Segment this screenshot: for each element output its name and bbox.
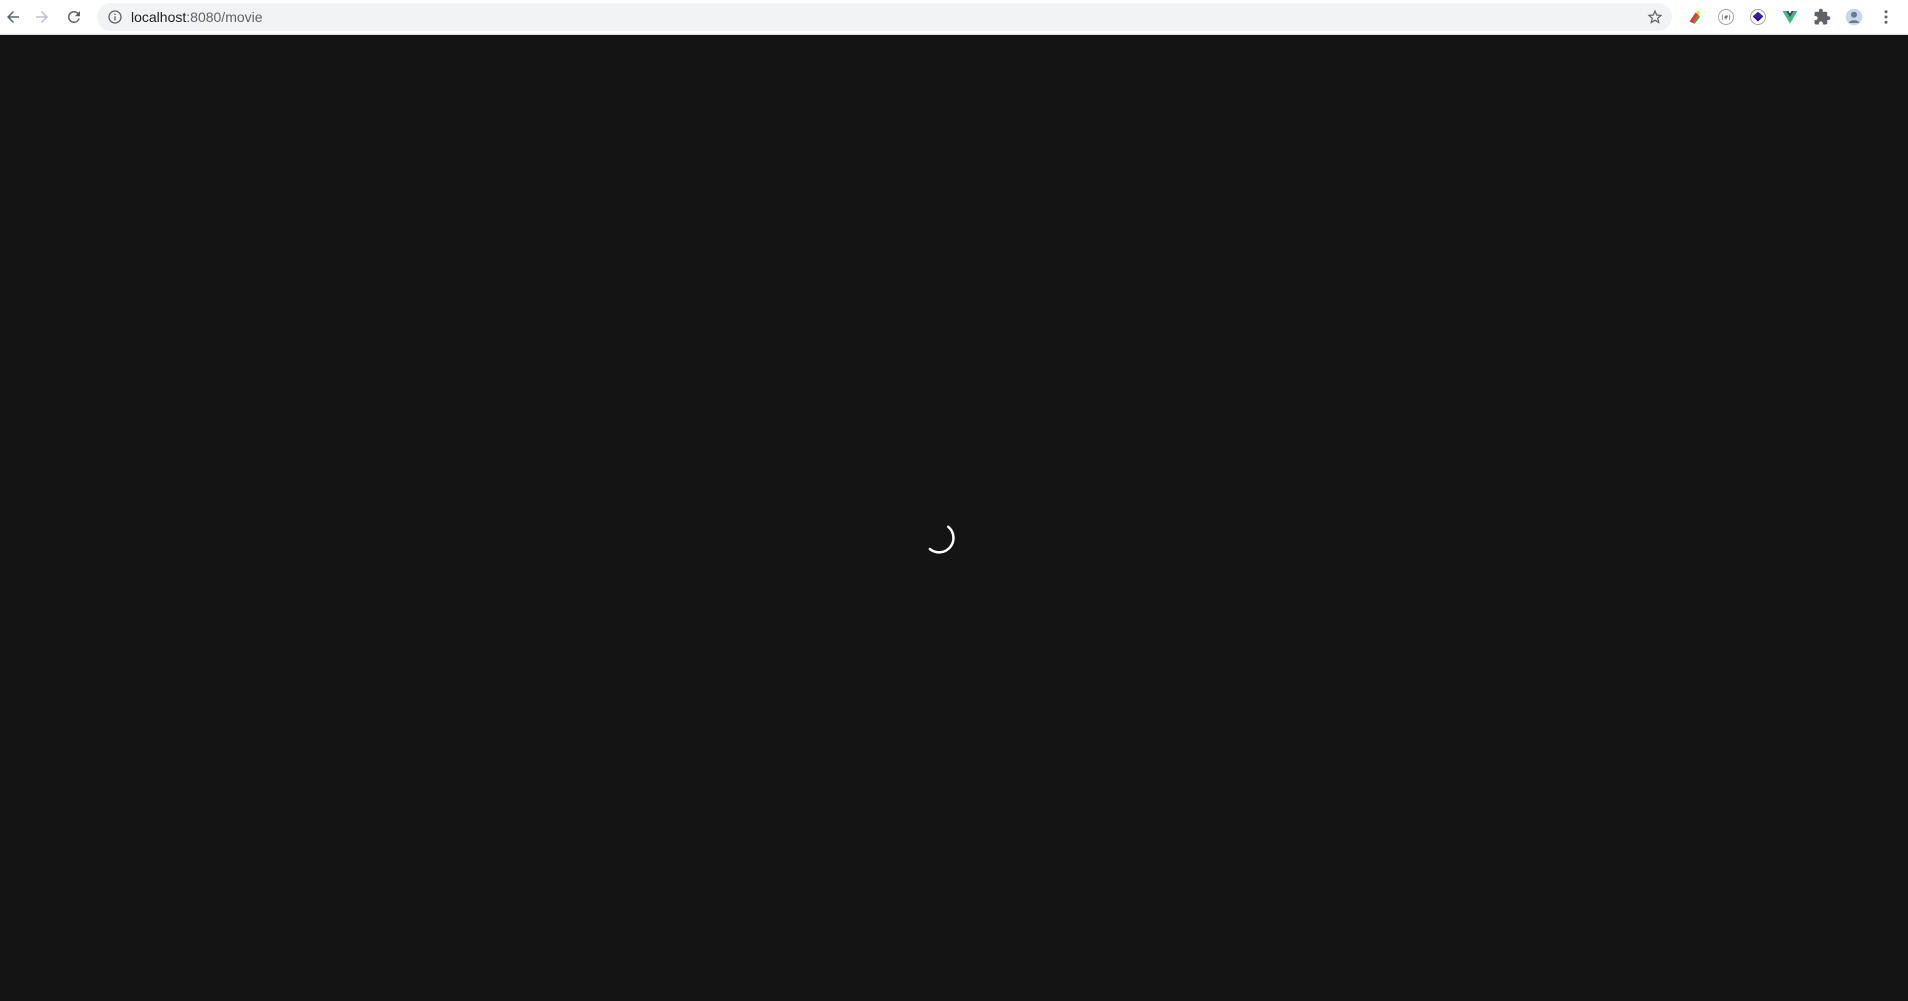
star-icon[interactable] — [1646, 8, 1664, 26]
extension-json-button[interactable]: (#) — [1716, 7, 1736, 27]
extensions-button[interactable] — [1812, 7, 1832, 27]
info-icon[interactable] — [107, 9, 123, 25]
url-text[interactable]: localhost:8080/movie — [131, 3, 263, 31]
profile-button[interactable] — [1844, 7, 1864, 27]
forward-arrow-icon — [36, 11, 48, 23]
back-button[interactable] — [0, 4, 26, 30]
extension-color-icon — [1689, 10, 1700, 24]
url-path: :8080/movie — [186, 9, 263, 25]
kebab-menu-icon — [1884, 10, 1888, 24]
page-content — [0, 35, 1908, 1001]
svg-text:(#): (#) — [1721, 15, 1732, 22]
address-bar[interactable]: localhost:8080/movie — [97, 3, 1672, 31]
forward-button[interactable] — [29, 4, 55, 30]
browser-toolbar: localhost:8080/movie (#) — [0, 0, 1908, 35]
extension-json-icon: (#) — [1718, 9, 1734, 25]
reload-button[interactable] — [61, 4, 87, 30]
url-host: localhost — [131, 9, 187, 25]
browser-menu-button[interactable] — [1876, 7, 1896, 27]
extension-vue-icon — [1782, 11, 1798, 24]
extension-purple-icon — [1750, 9, 1766, 25]
loading-spinner-icon — [928, 525, 955, 554]
back-arrow-icon — [7, 11, 19, 23]
extension-color-button[interactable] — [1684, 7, 1704, 27]
extension-purple-button[interactable] — [1748, 7, 1768, 27]
reload-icon — [68, 10, 80, 23]
avatar — [1845, 8, 1863, 26]
extension-vue-button[interactable] — [1780, 7, 1800, 27]
puzzle-icon — [1814, 8, 1831, 25]
